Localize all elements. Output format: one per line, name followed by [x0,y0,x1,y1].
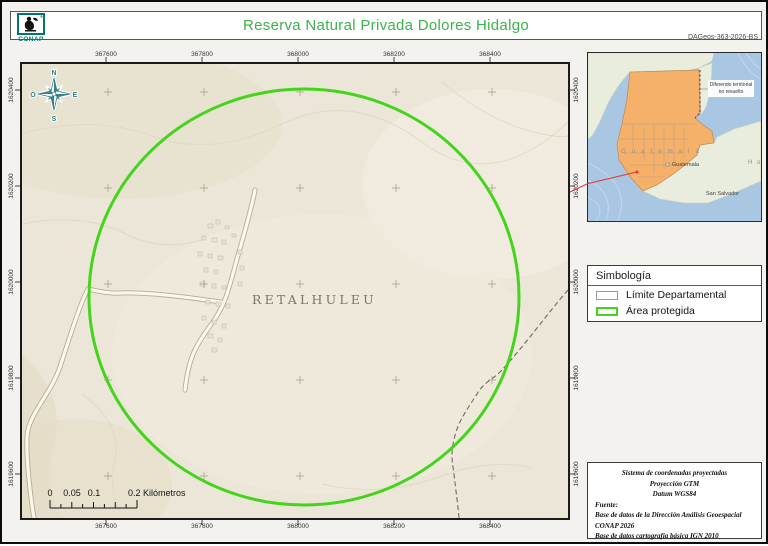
y-axis-label-right: 1620200 [573,164,581,208]
x-axis-label-top: 367800 [180,51,224,58]
y-axis-label-left: 1619600 [8,452,16,496]
y-axis-label-right: 1619600 [573,452,581,496]
compass-e-label: E [73,92,78,99]
source-line-3: Base de datos cartografía básica IGN 201… [595,531,754,542]
main-map-frame: RETALHULEU N E S O [20,62,570,520]
territorial-dispute-note: Diferendo territorial no resuelto [708,80,754,97]
legend-title: Simbología [588,266,761,286]
y-axis-label-right: 1619800 [573,356,581,400]
legend-box: Simbología Límite Departamental Área pro… [587,265,762,322]
map-document-page: Reserva Natural Privada Dolores Hidalgo … [0,0,768,544]
x-axis-label-bottom: 367800 [180,523,224,530]
scale-label-02-km: 0.2 Kilómetros [128,488,218,498]
honduras-partial-label: H o [748,160,762,166]
y-axis-label-left: 1619800 [8,356,16,400]
map-info-box: Sistema de coordenadas proyectadas Proye… [587,462,762,539]
capital-city-marker [666,163,669,166]
x-axis-label-top: 368000 [276,51,320,58]
source-heading: Fuente: [595,500,754,511]
scale-bar-ruler [46,500,166,512]
map-canvas: RETALHULEU [22,64,568,518]
legend-item-departmental: Límite Departamental [588,286,761,302]
san-salvador-label: San Salvador [706,191,739,197]
x-axis-label-bottom: 368200 [372,523,416,530]
source-line-1: Base de datos de la Dirección Análisis G… [595,510,754,521]
y-axis-label-right: 1620400 [573,68,581,112]
conap-logo-label: CONAP [15,36,47,43]
legend-item-protected: Área protegida [588,302,761,318]
x-axis-label-top: 367600 [84,51,128,58]
registered-mark: ® [40,14,43,19]
y-axis-label-left: 1620000 [8,260,16,304]
scale-bar: 0 0.05 0.1 0.2 Kilómetros [46,488,226,516]
header-bar: Reserva Natural Privada Dolores Hidalgo [10,11,762,40]
page-title: Reserva Natural Privada Dolores Hidalgo [243,17,529,34]
guatemala-country-label: G u a t e m a l a [621,149,701,155]
source-line-2: CONAP 2026 [595,521,754,532]
x-axis-label-bottom: 368000 [276,523,320,530]
compass-n-label: N [51,70,56,77]
inset-locator-map: G u a t e m a l a Guatemala San Salvador… [587,52,762,222]
y-axis-label-left: 1620400 [8,68,16,112]
reserve-location-dot [636,171,639,174]
guatemala-city-label: Guatemala [672,162,699,168]
legend-item-label: Área protegida [626,305,695,317]
document-code: DAGeos-363-2026-BS [688,34,758,41]
coordinate-system-line: Sistema de coordenadas proyectadas [595,468,754,479]
conap-logo-icon: ® [17,13,45,35]
compass-s-label: S [52,116,57,123]
y-axis-label-right: 1620000 [573,260,581,304]
departmental-limit-swatch [596,291,618,300]
compass-rose: N E S O [28,66,80,126]
x-axis-label-bottom: 368400 [468,523,512,530]
place-label: RETALHULEU [252,292,377,307]
protected-area-swatch [596,307,618,316]
y-axis-label-left: 1620200 [8,164,16,208]
x-axis-label-bottom: 367600 [84,523,128,530]
legend-item-label: Límite Departamental [626,289,726,301]
x-axis-label-top: 368200 [372,51,416,58]
conap-logo: ® CONAP [15,13,47,43]
datum-line: Datum WGS84 [595,489,754,500]
scale-label-01: 0.1 [79,488,109,498]
x-axis-label-top: 368400 [468,51,512,58]
projection-line: Proyección GTM [595,479,754,490]
compass-o-label: O [30,92,36,99]
